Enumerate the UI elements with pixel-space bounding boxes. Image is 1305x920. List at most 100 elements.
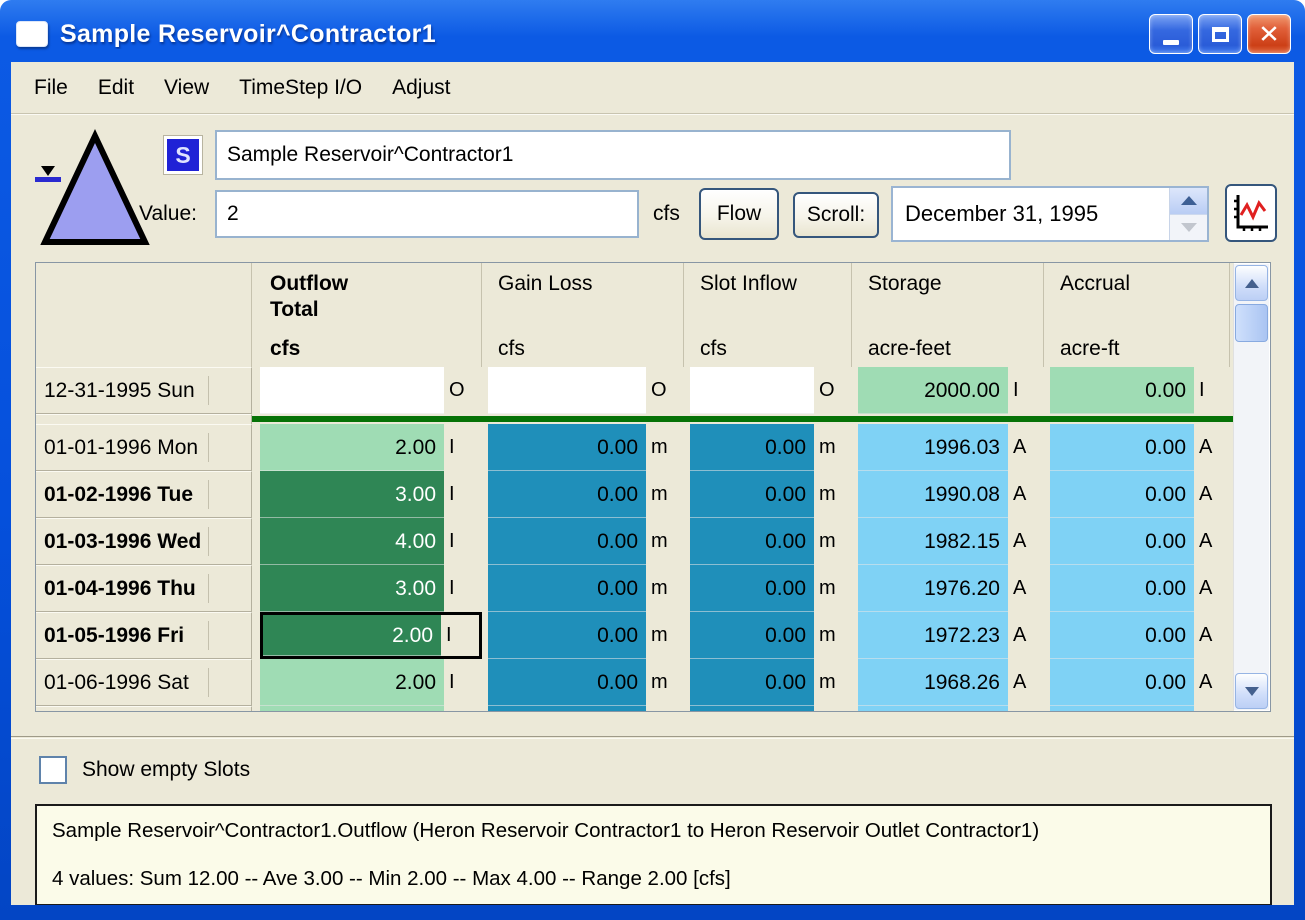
- table-cell[interactable]: 1996.03A: [858, 424, 1044, 471]
- cell-value[interactable]: 0.00: [488, 471, 646, 518]
- table-cell[interactable]: [1050, 706, 1230, 712]
- table-cell[interactable]: 1972.23A: [858, 612, 1044, 659]
- cell-value[interactable]: 0.00: [690, 565, 814, 612]
- cell-value[interactable]: 0.00: [690, 518, 814, 565]
- cell-value[interactable]: 0.00: [488, 424, 646, 471]
- titlebar[interactable]: Sample Reservoir^Contractor1 ✕: [0, 0, 1305, 62]
- cell-value[interactable]: 0.00: [1050, 471, 1194, 518]
- row-label[interactable]: 01-01-1996 Mon: [36, 424, 252, 471]
- cell-value[interactable]: 1990.08: [858, 471, 1008, 518]
- slot-name-field[interactable]: Sample Reservoir^Contractor1: [215, 130, 1011, 180]
- table-cell[interactable]: 3.00I: [260, 471, 482, 518]
- table-cell[interactable]: 0.00I: [1050, 367, 1230, 414]
- minimize-button[interactable]: [1149, 14, 1193, 54]
- vertical-scrollbar[interactable]: [1233, 264, 1269, 710]
- table-cell[interactable]: 0.00m: [488, 565, 684, 612]
- cell-value[interactable]: 0.00: [1050, 367, 1194, 414]
- table-cell[interactable]: [488, 706, 684, 712]
- table-cell[interactable]: 0.00m: [690, 518, 852, 565]
- table-cell[interactable]: 3.00I: [260, 565, 482, 612]
- show-empty-slots-checkbox[interactable]: [39, 756, 67, 784]
- table-cell[interactable]: 0.00A: [1050, 659, 1230, 706]
- row-label[interactable]: 01-06-1996 Sat: [36, 659, 252, 706]
- table-cell[interactable]: 0.00A: [1050, 518, 1230, 565]
- table-cell[interactable]: 0.00A: [1050, 471, 1230, 518]
- close-button[interactable]: ✕: [1247, 14, 1291, 54]
- cell-value[interactable]: 0.00: [488, 612, 646, 659]
- cell-value[interactable]: [690, 706, 814, 712]
- table-cell[interactable]: 1968.26A: [858, 659, 1044, 706]
- menu-item-view[interactable]: View: [149, 67, 224, 109]
- cell-value[interactable]: 1968.26: [858, 659, 1008, 706]
- date-value[interactable]: December 31, 1995: [893, 188, 1169, 240]
- column-header-gain-loss[interactable]: Gain Losscfs: [488, 263, 684, 367]
- menu-item-edit[interactable]: Edit: [83, 67, 149, 109]
- cell-value[interactable]: 0.00: [690, 471, 814, 518]
- cell-value[interactable]: [260, 367, 444, 414]
- cell-value[interactable]: 2000.00: [858, 367, 1008, 414]
- cell-value[interactable]: 3.00: [260, 471, 444, 518]
- table-cell[interactable]: 0.00m: [488, 471, 684, 518]
- cell-value[interactable]: 0.00: [690, 612, 814, 659]
- table-cell[interactable]: 0.00m: [690, 612, 852, 659]
- table-cell[interactable]: O: [260, 367, 482, 414]
- table-cell[interactable]: [260, 706, 482, 712]
- date-spin-down-button[interactable]: [1170, 215, 1207, 241]
- table-cell[interactable]: 2.00I: [260, 659, 482, 706]
- table-cell[interactable]: 0.00m: [690, 471, 852, 518]
- cell-value[interactable]: [1050, 706, 1194, 712]
- table-cell[interactable]: 1982.15A: [858, 518, 1044, 565]
- table-cell[interactable]: 0.00m: [488, 659, 684, 706]
- cell-value[interactable]: [690, 367, 814, 414]
- row-label[interactable]: 01-05-1996 Fri: [36, 612, 252, 659]
- column-header-accrual[interactable]: Accrualacre-ft: [1050, 263, 1230, 367]
- table-cell[interactable]: 2000.00I: [858, 367, 1044, 414]
- table-cell[interactable]: 4.00I: [260, 518, 482, 565]
- table-cell[interactable]: [690, 706, 852, 712]
- cell-value[interactable]: 2.00: [263, 615, 441, 656]
- table-cell[interactable]: O: [488, 367, 684, 414]
- date-spin-up-button[interactable]: [1170, 188, 1207, 215]
- table-cell[interactable]: O: [690, 367, 852, 414]
- cell-value[interactable]: 1972.23: [858, 612, 1008, 659]
- cell-value[interactable]: 0.00: [1050, 659, 1194, 706]
- cell-value[interactable]: 0.00: [690, 424, 814, 471]
- cell-value[interactable]: 0.00: [1050, 518, 1194, 565]
- scroll-button[interactable]: Scroll:: [793, 192, 879, 238]
- cell-value[interactable]: 0.00: [1050, 565, 1194, 612]
- value-input[interactable]: 2: [215, 190, 639, 238]
- table-cell[interactable]: 1990.08A: [858, 471, 1044, 518]
- menu-item-timestep-i-o[interactable]: TimeStep I/O: [224, 67, 377, 109]
- cell-value[interactable]: 2.00: [260, 659, 444, 706]
- date-spinbox[interactable]: December 31, 1995: [891, 186, 1209, 242]
- cell-value[interactable]: 0.00: [690, 659, 814, 706]
- table-cell[interactable]: 0.00m: [690, 424, 852, 471]
- cell-value[interactable]: 0.00: [1050, 424, 1194, 471]
- table-cell[interactable]: 0.00m: [488, 518, 684, 565]
- row-label[interactable]: 01-02-1996 Tue: [36, 471, 252, 518]
- cell-value[interactable]: 3.00: [260, 565, 444, 612]
- table-cell[interactable]: [858, 706, 1044, 712]
- plot-button[interactable]: [1225, 184, 1277, 242]
- scroll-down-button[interactable]: [1235, 673, 1268, 709]
- row-label[interactable]: 01-03-1996 Wed: [36, 518, 252, 565]
- scroll-up-button[interactable]: [1235, 265, 1268, 301]
- scrollbar-thumb[interactable]: [1235, 304, 1268, 342]
- cell-value[interactable]: 1982.15: [858, 518, 1008, 565]
- table-cell[interactable]: 0.00A: [1050, 424, 1230, 471]
- table-cell[interactable]: 2.00I: [260, 424, 482, 471]
- row-label[interactable]: 12-31-1995 Sun: [36, 367, 252, 414]
- column-header-outflow[interactable]: Outflow Totalcfs: [260, 263, 482, 367]
- row-label[interactable]: [36, 706, 252, 712]
- column-header-slot-inflow[interactable]: Slot Inflowcfs: [690, 263, 852, 367]
- cell-value[interactable]: 1996.03: [858, 424, 1008, 471]
- cell-value[interactable]: 0.00: [488, 659, 646, 706]
- cell-value[interactable]: [488, 706, 646, 712]
- table-cell-focused[interactable]: 2.00I: [260, 612, 482, 659]
- table-cell[interactable]: 0.00m: [488, 612, 684, 659]
- table-cell[interactable]: 0.00m: [690, 659, 852, 706]
- cell-value[interactable]: 0.00: [488, 518, 646, 565]
- cell-value[interactable]: 0.00: [1050, 612, 1194, 659]
- cell-value[interactable]: 4.00: [260, 518, 444, 565]
- cell-value[interactable]: [488, 367, 646, 414]
